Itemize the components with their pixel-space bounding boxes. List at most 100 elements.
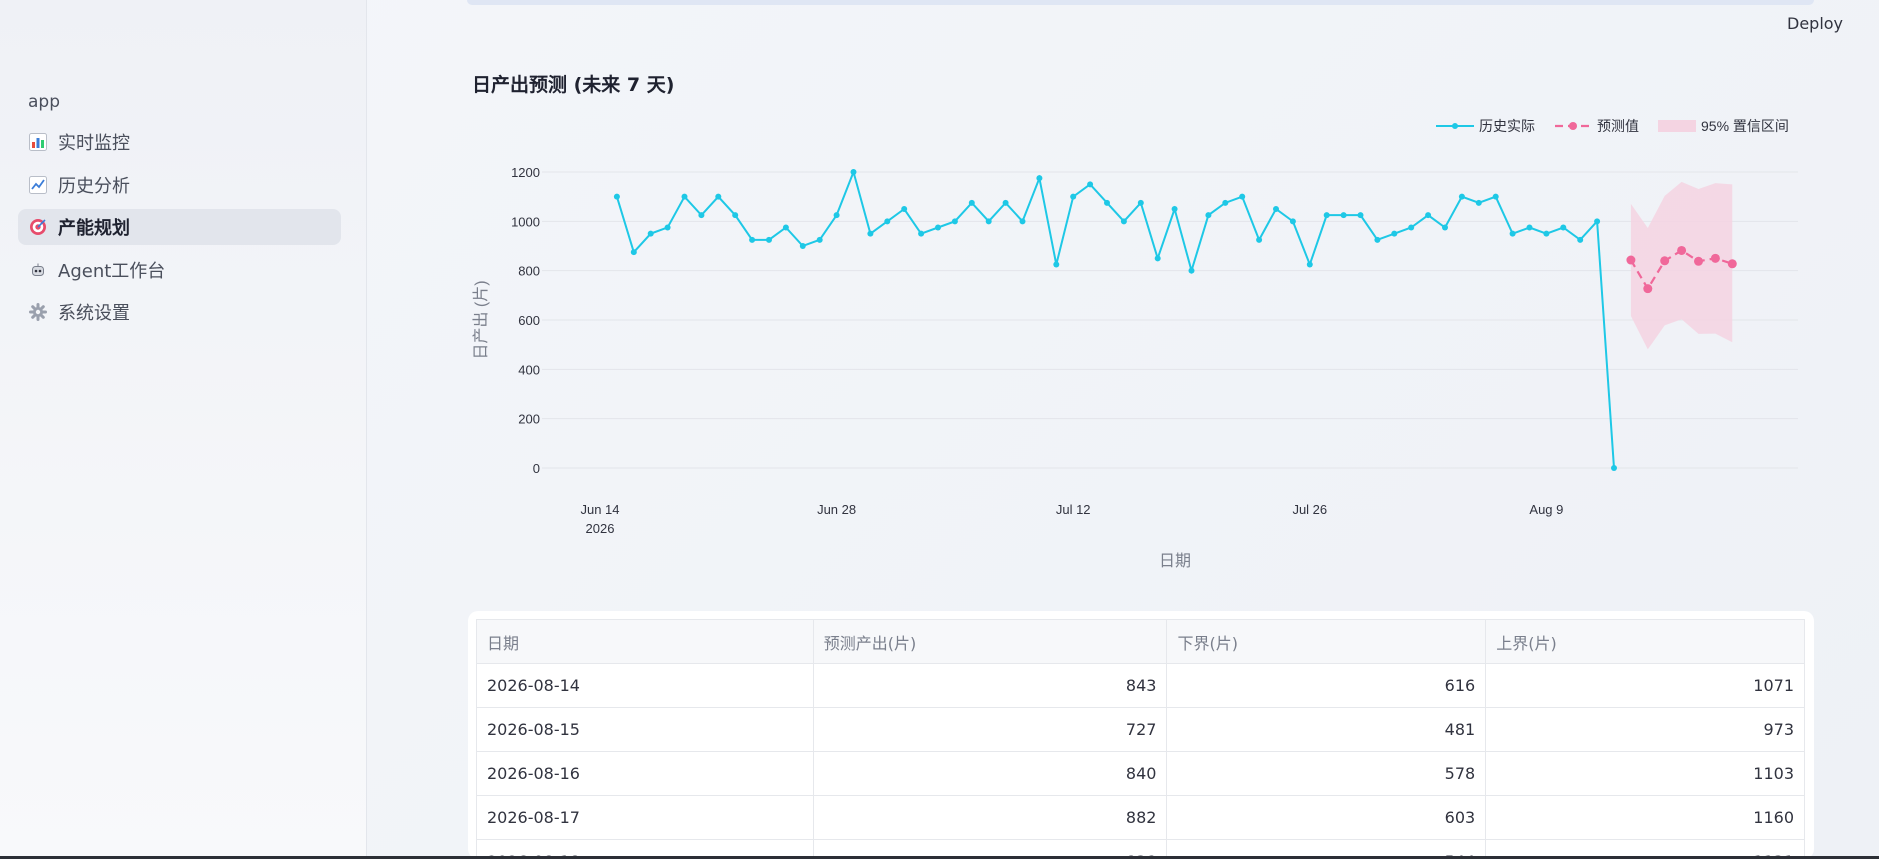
actual-point [1391,230,1398,237]
y-tick-label: 1000 [511,214,540,229]
actual-point [1222,199,1229,206]
table-cell-date: 2026-08-17 [476,795,814,840]
actual-point [1289,218,1296,225]
forecast-table: 日期 预测产出(片) 下界(片) 上界(片) 2026-08-14 843 61… [476,619,1805,859]
actual-point [1458,193,1465,200]
table-cell-date: 2026-08-14 [476,663,814,708]
actual-point [681,193,688,200]
actual-point [816,236,823,243]
actual-point [1306,261,1313,268]
actual-point [1425,212,1432,219]
sidebar-item-capacity-planning[interactable]: 产能规划 [18,209,341,245]
y-tick-label: 800 [518,264,540,279]
table-cell-upper: 1160 [1485,795,1805,840]
actual-point [867,230,874,237]
actual-point [1492,193,1499,200]
table-row: 2026-08-15 727 481 973 [476,707,1805,752]
actual-point [1475,199,1482,206]
y-tick-label: 400 [518,362,540,377]
robot-icon [28,260,48,280]
table-header-date[interactable]: 日期 [476,619,814,664]
y-tick-label: 600 [518,313,540,328]
gear-icon [28,302,48,322]
actual-point [1256,236,1263,243]
legend-actual-marker [1452,123,1458,129]
actual-point [1442,224,1448,231]
table-cell-upper: 973 [1485,707,1805,752]
table-header-upper[interactable]: 上界(片) [1485,619,1805,664]
actual-point [799,243,806,249]
table-header-forecast[interactable]: 预测产出(片) [812,619,1168,664]
deploy-button[interactable]: Deploy [1787,14,1843,33]
table-cell-lower: 616 [1166,663,1487,708]
actual-point [1273,206,1279,212]
x-tick-label: Aug 9 [1529,502,1563,517]
sidebar-item-history-analysis[interactable]: 历史分析 [18,167,341,203]
sidebar-item-label: 产能规划 [58,218,130,239]
actual-point [766,236,772,243]
legend-ci-label: 95% 置信区间 [1701,118,1789,134]
forecast-point [1626,255,1636,265]
sidebar-item-agent-workbench[interactable]: Agent工作台 [18,252,341,288]
sidebar-item-realtime-monitoring[interactable]: 实时监控 [18,124,341,160]
actual-point [1577,236,1584,243]
actual-point [850,169,857,175]
forecast-point [1677,245,1687,255]
actual-point [1120,218,1127,225]
x-tick-label: Jun 28 [817,502,856,517]
y-tick-label: 0 [533,461,540,476]
actual-point [1205,212,1212,219]
legend-ci-swatch [1658,120,1696,132]
actual-point [1019,218,1026,225]
forecast-point [1727,259,1737,269]
actual-point [968,199,975,206]
actual-point [1070,193,1077,200]
target-icon [28,217,48,237]
actual-point [647,230,654,237]
sidebar-nav: 实时监控 历史分析 产能规划 Agent工作台 系统设置 [18,124,341,337]
actual-point [1002,199,1009,206]
table-row: 2026-08-14 843 616 1071 [476,663,1805,708]
actual-point [1357,212,1364,219]
sidebar-item-system-settings[interactable]: 系统设置 [18,294,341,330]
actual-point [935,224,941,231]
table-cell-forecast: 843 [812,663,1168,708]
actual-point [951,218,958,225]
forecast-point [1710,253,1720,263]
chart-title: 日产出预测 (未来 7 天) [472,74,675,96]
table-cell-date: 2026-08-15 [476,707,814,752]
app-label: app [28,92,60,112]
info-banner-edge [467,0,1814,5]
actual-point [1154,255,1161,262]
table-header-row: 日期 预测产出(片) 下界(片) 上界(片) [476,619,1805,664]
actual-point [1408,224,1415,231]
bar-chart-icon [28,132,48,152]
actual-point [715,193,722,200]
actual-point [613,193,620,200]
actual-point [901,206,908,212]
x-tick-label: Jul 12 [1056,502,1091,517]
actual-point [1509,230,1516,237]
actual-point [1104,199,1110,206]
x-tick-sublabel: 2026 [586,521,615,536]
legend-forecast-marker [1569,122,1577,130]
table-cell-lower: 578 [1166,751,1487,796]
actual-point [833,212,840,219]
actual-point [732,212,739,219]
actual-point [782,224,789,231]
table-cell-forecast: 882 [812,795,1168,840]
actual-point [1560,224,1567,231]
sidebar-item-label: Agent工作台 [58,260,166,282]
actual-point [664,224,671,231]
table-cell-forecast: 727 [812,707,1168,752]
sidebar: app 实时监控 历史分析 产能规划 Agent工作台 系统设置 [0,0,367,859]
actual-point [1594,218,1601,225]
actual-point [1239,193,1246,200]
table-cell-upper: 1103 [1485,751,1805,796]
table-header-lower[interactable]: 下界(片) [1166,619,1487,664]
sidebar-item-label: 系统设置 [58,303,130,324]
table-cell-upper: 1071 [1485,663,1805,708]
confidence-band [1630,181,1733,350]
x-tick-label: Jul 26 [1292,502,1327,517]
actual-point [1323,212,1330,219]
